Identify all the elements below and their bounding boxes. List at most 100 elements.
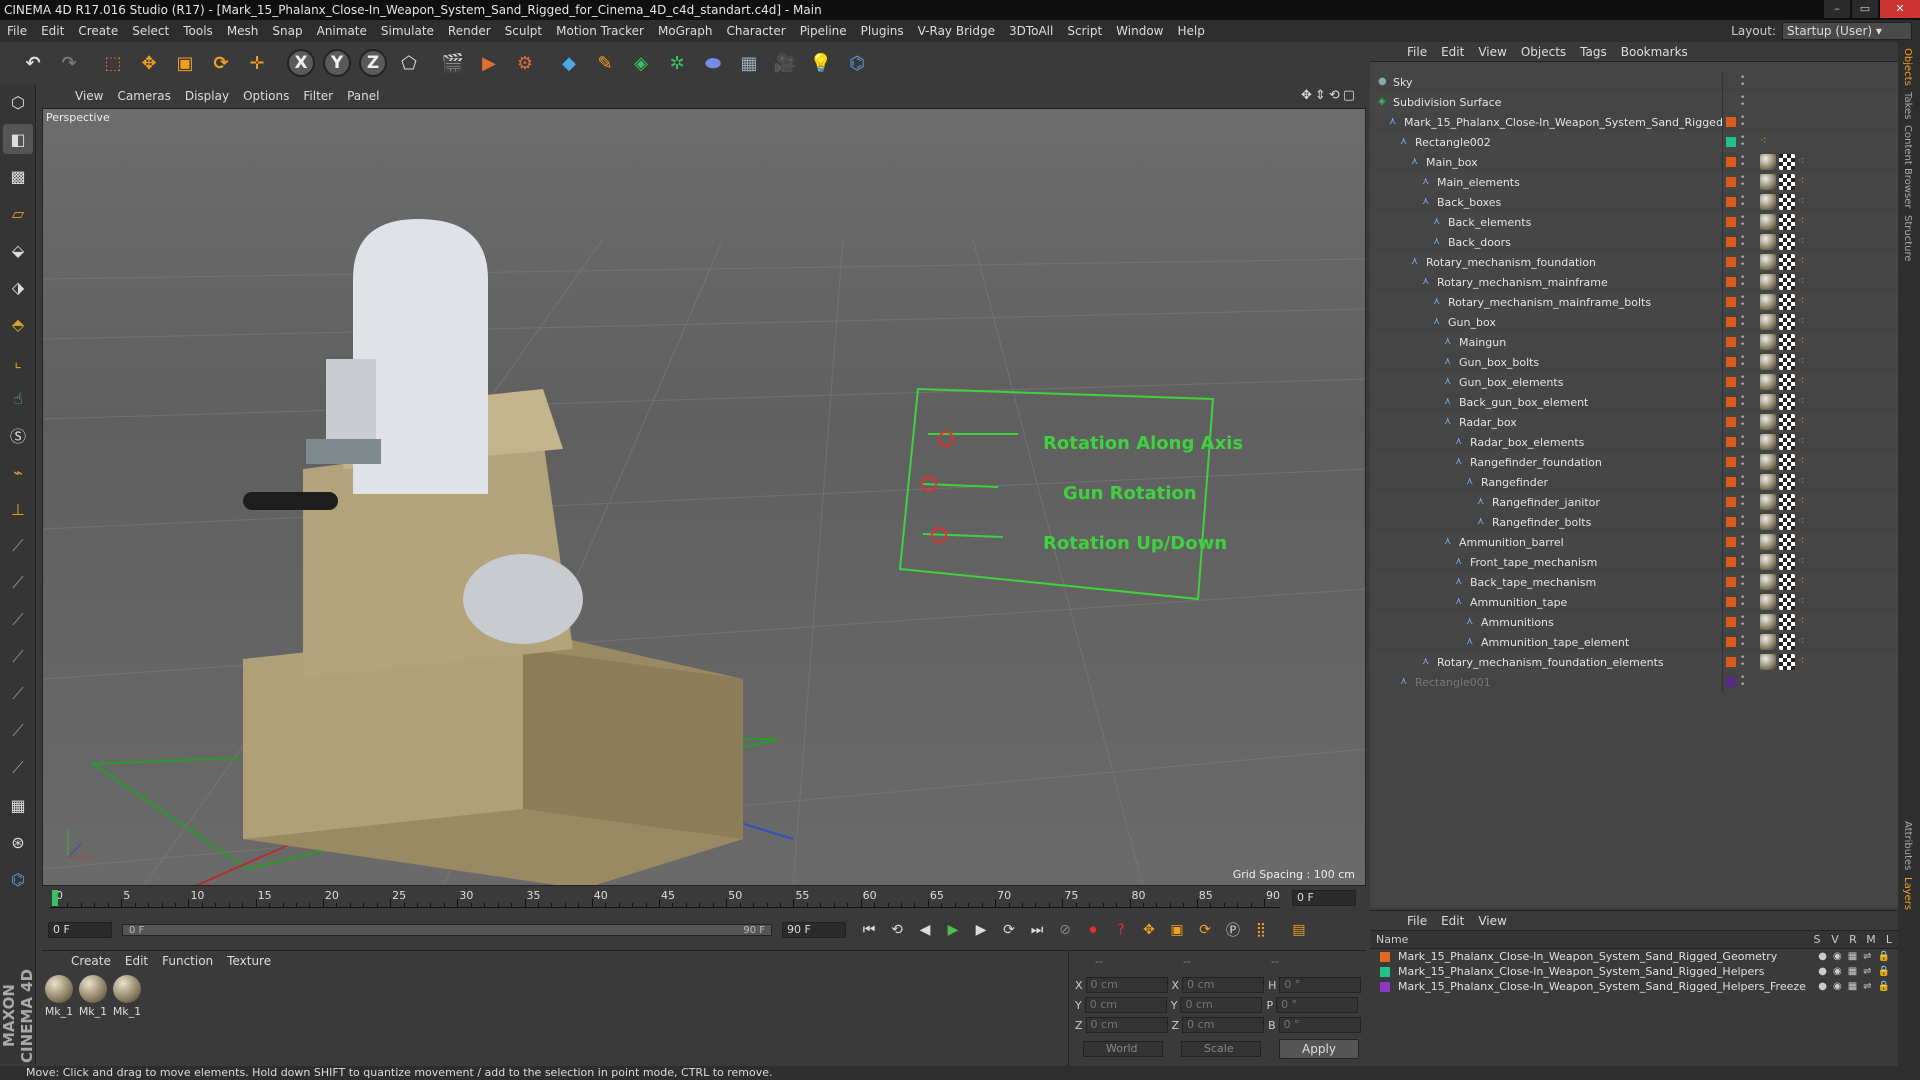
- position-z-field[interactable]: 0 cm: [1085, 1017, 1168, 1033]
- material-tag-icon[interactable]: [1760, 314, 1776, 330]
- key-rotation-icon[interactable]: ⟳: [1194, 919, 1216, 941]
- sculpt-brush-1-icon[interactable]: ⟋: [3, 531, 33, 561]
- render-view-icon[interactable]: 🎬: [438, 48, 468, 78]
- current-frame-field[interactable]: 0 F: [1292, 890, 1356, 906]
- render-icon[interactable]: ▦: [1848, 966, 1857, 977]
- selection-tag-icon[interactable]: ⁖: [1798, 614, 1810, 630]
- texture-tag-icon[interactable]: [1779, 214, 1795, 230]
- menu-sculpt[interactable]: Sculpt: [498, 24, 549, 38]
- menu-create[interactable]: Create: [71, 24, 125, 38]
- menu-window[interactable]: Window: [1109, 24, 1170, 38]
- texture-tag-icon[interactable]: [1779, 654, 1795, 670]
- rotation-b-field[interactable]: 0 °: [1278, 1017, 1361, 1033]
- object-row[interactable]: ⋏ Rotary_mechanism_foundation • • ⁖: [1370, 252, 1898, 272]
- menu-animate[interactable]: Animate: [310, 24, 374, 38]
- viewport-menu-options[interactable]: Options: [236, 89, 296, 103]
- selection-tag-icon[interactable]: ⁖: [1798, 654, 1810, 670]
- selection-tag-icon[interactable]: ⁖: [1798, 434, 1810, 450]
- material-tag-icon[interactable]: [1760, 434, 1776, 450]
- visibility-toggle-icon[interactable]: • •: [1740, 274, 1745, 290]
- grid-icon[interactable]: ▦: [3, 790, 33, 820]
- object-row[interactable]: ⋏ Gun_box_bolts • • ⁖: [1370, 352, 1898, 372]
- polygons-mode-icon[interactable]: ⬘: [3, 309, 33, 339]
- rotation-p-field[interactable]: 0 °: [1276, 997, 1359, 1013]
- object-menu-tags[interactable]: Tags: [1573, 45, 1614, 59]
- redo-icon[interactable]: ↷: [54, 48, 84, 78]
- object-menu-objects[interactable]: Objects: [1514, 45, 1573, 59]
- layer-color-swatch[interactable]: [1726, 517, 1736, 527]
- size-mode-dropdown[interactable]: Scale: [1181, 1041, 1261, 1057]
- selection-tag-icon[interactable]: ⁖: [1798, 294, 1810, 310]
- edges-mode-icon[interactable]: ⬗: [3, 272, 33, 302]
- material-tag-icon[interactable]: [1760, 194, 1776, 210]
- points-mode-icon[interactable]: ⬙: [3, 235, 33, 265]
- layer-color-swatch[interactable]: [1726, 337, 1736, 347]
- maximize-button[interactable]: ▭: [1852, 0, 1878, 18]
- coordinate-mode-dropdown[interactable]: World: [1083, 1041, 1163, 1057]
- object-row[interactable]: ⋏ Radar_box_elements • • ⁖: [1370, 432, 1898, 452]
- selection-tag-icon[interactable]: ⁖: [1798, 414, 1810, 430]
- key-parameter-icon[interactable]: Ⓟ: [1222, 919, 1244, 941]
- visibility-toggle-icon[interactable]: • •: [1740, 594, 1745, 610]
- visible-icon[interactable]: ◉: [1833, 981, 1842, 992]
- object-menu-file[interactable]: File: [1400, 45, 1434, 59]
- layer-color-swatch[interactable]: [1726, 177, 1736, 187]
- render-icon[interactable]: ▦: [1848, 981, 1857, 992]
- selection-tag-icon[interactable]: ⁖: [1798, 474, 1810, 490]
- undo-icon[interactable]: ↶: [18, 48, 48, 78]
- menu-character[interactable]: Character: [719, 24, 792, 38]
- layer-color-swatch[interactable]: [1726, 417, 1736, 427]
- visibility-toggle-icon[interactable]: • •: [1740, 114, 1745, 130]
- texture-tag-icon[interactable]: [1779, 334, 1795, 350]
- minimize-button[interactable]: –: [1824, 0, 1850, 18]
- object-row[interactable]: ⋏ Ammunition_tape • • ⁖: [1370, 592, 1898, 612]
- snap-icon[interactable]: Ⓢ: [3, 420, 33, 450]
- material-tag-icon[interactable]: [1760, 614, 1776, 630]
- render-settings-icon[interactable]: ⚙: [510, 48, 540, 78]
- visibility-toggle-icon[interactable]: • •: [1740, 514, 1745, 530]
- right-tab-content-browser[interactable]: Content Browser: [1902, 125, 1913, 208]
- layer-color-swatch[interactable]: [1380, 981, 1390, 992]
- layer-color-swatch[interactable]: [1726, 357, 1736, 367]
- selection-tag-icon[interactable]: ⁖: [1798, 194, 1810, 210]
- lock-icon[interactable]: 🔒: [1878, 951, 1890, 962]
- layer-color-swatch[interactable]: [1726, 397, 1736, 407]
- object-row[interactable]: ⋏ Rangefinder_foundation • • ⁖: [1370, 452, 1898, 472]
- menu-pipeline[interactable]: Pipeline: [793, 24, 854, 38]
- layer-color-swatch[interactable]: [1726, 117, 1736, 127]
- visibility-toggle-icon[interactable]: • •: [1740, 74, 1745, 90]
- material-tag-icon[interactable]: [1760, 514, 1776, 530]
- timeline-ruler[interactable]: 0 5 10 15 20 25 30 35 40 45 50 55 60 65 70 75 80 85 90: [50, 889, 1280, 908]
- layer-row[interactable]: Mark_15_Phalanx_Close-In_Weapon_System_S…: [1370, 964, 1898, 979]
- python-icon[interactable]: ⌬: [842, 48, 872, 78]
- layer-color-swatch[interactable]: [1726, 377, 1736, 387]
- texture-tag-icon[interactable]: [1779, 354, 1795, 370]
- sculpt-brush-7-icon[interactable]: ⟋: [3, 753, 33, 783]
- right-tab-objects[interactable]: Objects: [1902, 48, 1913, 86]
- size-y-field[interactable]: 0 cm: [1180, 997, 1263, 1013]
- selection-tag-icon[interactable]: ⁖: [1798, 174, 1810, 190]
- texture-tag-icon[interactable]: [1779, 454, 1795, 470]
- subdivision-icon[interactable]: ◈: [626, 48, 656, 78]
- right-tab-takes[interactable]: Takes: [1902, 92, 1913, 119]
- visibility-toggle-icon[interactable]: • •: [1740, 474, 1745, 490]
- size-z-field[interactable]: 0 cm: [1182, 1017, 1265, 1033]
- menu-mograph[interactable]: MoGraph: [651, 24, 720, 38]
- material-tag-icon[interactable]: [1760, 654, 1776, 670]
- visibility-toggle-icon[interactable]: • •: [1740, 574, 1745, 590]
- visible-icon[interactable]: ◉: [1833, 966, 1842, 977]
- selection-tag-icon[interactable]: ⁖: [1798, 254, 1810, 270]
- sculpt-brush-4-icon[interactable]: ⟋: [3, 642, 33, 672]
- visibility-toggle-icon[interactable]: • •: [1740, 434, 1745, 450]
- material-tag-icon[interactable]: [1760, 594, 1776, 610]
- layer-menu-view[interactable]: View: [1471, 914, 1513, 928]
- layer-color-swatch[interactable]: [1726, 537, 1736, 547]
- object-row[interactable]: ⋏ Ammunition_barrel • • ⁖: [1370, 532, 1898, 552]
- texture-tag-icon[interactable]: [1779, 154, 1795, 170]
- right-tab-structure[interactable]: Structure: [1902, 215, 1913, 262]
- visibility-toggle-icon[interactable]: • •: [1740, 314, 1745, 330]
- visibility-toggle-icon[interactable]: • •: [1740, 494, 1745, 510]
- material-tag-icon[interactable]: [1760, 634, 1776, 650]
- selection-tag-icon[interactable]: ⁖: [1798, 394, 1810, 410]
- material-item[interactable]: Mk_1: [44, 975, 74, 1018]
